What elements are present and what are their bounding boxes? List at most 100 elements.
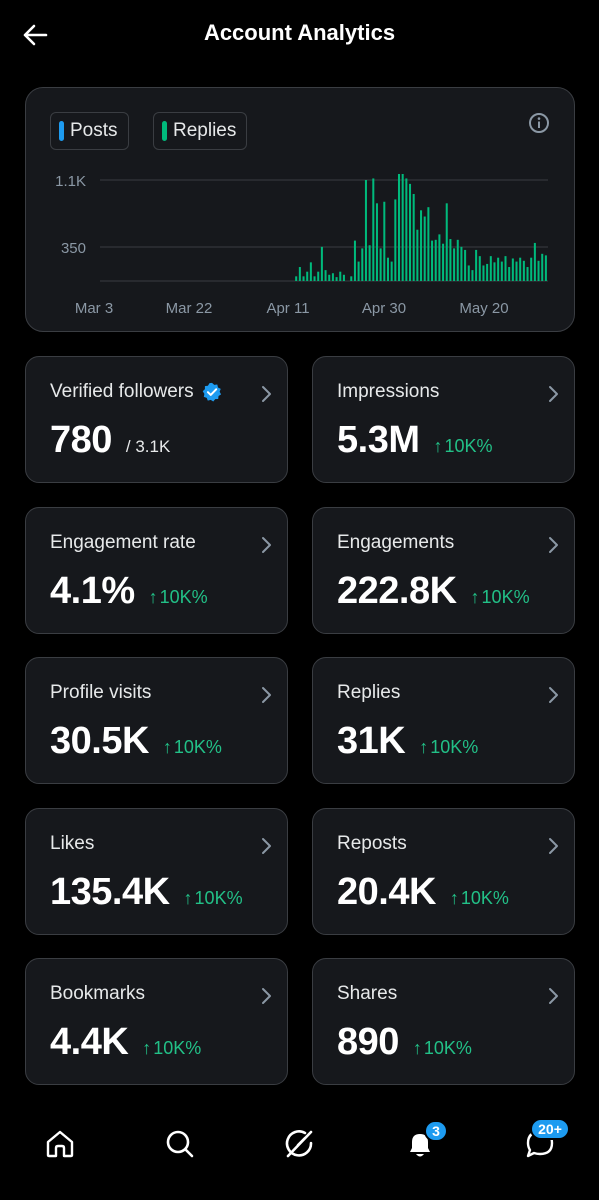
nav-notifications[interactable]: 3 bbox=[398, 1120, 448, 1166]
metric-label-text: Engagements bbox=[337, 532, 455, 553]
metric-change: ↑ 10K% bbox=[471, 587, 530, 608]
replies-bar bbox=[342, 274, 345, 281]
replies-bar bbox=[397, 174, 401, 281]
up-arrow-icon: ↑ bbox=[162, 737, 172, 757]
replies-bar bbox=[383, 201, 386, 281]
replies-bar bbox=[335, 277, 338, 281]
metric-card-bookmarks[interactable]: Bookmarks 4.4K ↑ 10K% bbox=[25, 958, 288, 1085]
replies-bar bbox=[416, 229, 419, 281]
x-tick-label: May 20 bbox=[459, 300, 508, 317]
nav-grok[interactable] bbox=[278, 1122, 322, 1166]
nav-search[interactable] bbox=[158, 1122, 202, 1166]
metric-card-engagement-rate[interactable]: Engagement rate 4.1% ↑ 10K% bbox=[25, 507, 288, 634]
messages-badge: 20+ bbox=[530, 1118, 570, 1140]
replies-bar bbox=[324, 270, 327, 281]
chevron-right-icon bbox=[549, 838, 558, 854]
replies-bar bbox=[361, 248, 364, 281]
replies-bar bbox=[331, 273, 334, 281]
chevron-right-icon bbox=[262, 988, 271, 1004]
metric-label-text: Replies bbox=[337, 682, 401, 703]
replies-bar bbox=[431, 240, 434, 281]
replies-bar bbox=[320, 246, 323, 281]
metric-label: Profile visits bbox=[50, 682, 151, 704]
metric-value: 222.8K bbox=[337, 570, 457, 612]
replies-bar bbox=[497, 257, 500, 281]
replies-bar bbox=[302, 276, 305, 281]
metric-card-shares[interactable]: Shares 890 ↑ 10K% bbox=[312, 958, 575, 1085]
replies-bar bbox=[453, 248, 456, 281]
replies-bar bbox=[464, 249, 467, 281]
metric-label: Impressions bbox=[337, 381, 439, 403]
up-arrow-icon: ↑ bbox=[183, 888, 193, 908]
metric-label: Bookmarks bbox=[50, 983, 145, 1005]
replies-bar bbox=[353, 240, 356, 281]
replies-bar bbox=[379, 248, 382, 281]
nav-messages[interactable]: 20+ bbox=[518, 1118, 570, 1166]
metric-label-text: Shares bbox=[337, 983, 398, 1004]
replies-bar bbox=[364, 180, 367, 281]
replies-bar bbox=[541, 253, 544, 281]
grok-icon bbox=[285, 1130, 313, 1158]
metric-label-text: Bookmarks bbox=[50, 983, 146, 1004]
replies-bar bbox=[328, 274, 331, 281]
metric-label: Engagement rate bbox=[50, 532, 196, 554]
metric-label-text: Impressions bbox=[337, 381, 440, 402]
activity-chart: 1.1K 350 Mar 3 Mar 22 Apr 11 Apr 30 May 20 bbox=[55, 173, 548, 317]
replies-bar bbox=[420, 210, 423, 281]
page-title: Account Analytics bbox=[203, 20, 396, 45]
metric-change: ↑ 10K% bbox=[149, 587, 208, 608]
metric-change: ↑ 10K% bbox=[433, 436, 492, 457]
replies-bar bbox=[526, 267, 529, 281]
metric-card-profile-visits[interactable]: Profile visits 30.5K ↑ 10K% bbox=[25, 657, 288, 784]
metric-value-row: 780 / 3.1K bbox=[50, 419, 170, 462]
replies-bar bbox=[486, 263, 489, 281]
metric-label-text: Profile visits bbox=[50, 682, 152, 703]
metric-change: ↑ 10K% bbox=[142, 1038, 201, 1059]
up-arrow-icon: ↑ bbox=[419, 737, 429, 757]
replies-bar bbox=[368, 245, 371, 281]
replies-bar bbox=[508, 267, 511, 281]
metric-value: 4.4K bbox=[50, 1021, 129, 1063]
chevron-right-icon bbox=[262, 687, 271, 703]
replies-bar bbox=[482, 265, 485, 281]
replies-bar bbox=[519, 257, 522, 281]
metric-card-replies[interactable]: Replies 31K ↑ 10K% bbox=[312, 657, 575, 784]
metric-change-value: 10K% bbox=[460, 888, 509, 908]
metric-card-reposts[interactable]: Reposts 20.4K ↑ 10K% bbox=[312, 808, 575, 935]
activity-chart-card: Posts Replies 1.1K 350 Mar 3 Mar 22 Apr 11 Ap… bbox=[25, 87, 575, 332]
replies-bar bbox=[467, 265, 470, 281]
metric-card-impressions[interactable]: Impressions 5.3M ↑ 10K% bbox=[312, 356, 575, 483]
metric-change: ↑ 10K% bbox=[184, 888, 243, 909]
metric-change-value: 10K% bbox=[481, 587, 530, 607]
replies-bar bbox=[478, 256, 481, 281]
replies-bar bbox=[544, 255, 547, 281]
metric-card-engagements[interactable]: Engagements 222.8K ↑ 10K% bbox=[312, 507, 575, 634]
nav-home[interactable] bbox=[38, 1122, 82, 1166]
metric-value: 4.1% bbox=[50, 570, 135, 612]
top-bar: Account Analytics bbox=[0, 0, 599, 70]
metric-label: Reposts bbox=[337, 833, 407, 855]
replies-bar bbox=[405, 178, 408, 281]
metric-change-value: 10K% bbox=[430, 737, 479, 757]
metric-card-verified-followers[interactable]: Verified followers 780 / 3.1K bbox=[25, 356, 288, 483]
replies-bar bbox=[409, 183, 412, 281]
metric-value-row: 5.3M ↑ 10K% bbox=[337, 419, 493, 462]
metric-value-row: 20.4K ↑ 10K% bbox=[337, 871, 509, 914]
replies-bar bbox=[475, 249, 478, 281]
chevron-right-icon bbox=[549, 537, 558, 553]
x-tick-label: Apr 30 bbox=[362, 300, 406, 317]
metric-value-row: 890 ↑ 10K% bbox=[337, 1021, 472, 1064]
y-tick-label: 350 bbox=[61, 240, 86, 257]
up-arrow-icon: ↑ bbox=[142, 1038, 152, 1058]
replies-bar bbox=[375, 203, 378, 281]
metric-change: ↑ 10K% bbox=[419, 737, 478, 758]
metric-label: Engagements bbox=[337, 532, 454, 554]
metric-value-row: 31K ↑ 10K% bbox=[337, 720, 478, 763]
up-arrow-icon: ↑ bbox=[148, 587, 158, 607]
replies-bar bbox=[390, 261, 393, 281]
replies-bar bbox=[427, 207, 430, 281]
replies-bar bbox=[515, 261, 518, 281]
metric-change: ↑ 10K% bbox=[450, 888, 509, 909]
replies-bar bbox=[530, 257, 533, 281]
metric-card-likes[interactable]: Likes 135.4K ↑ 10K% bbox=[25, 808, 288, 935]
